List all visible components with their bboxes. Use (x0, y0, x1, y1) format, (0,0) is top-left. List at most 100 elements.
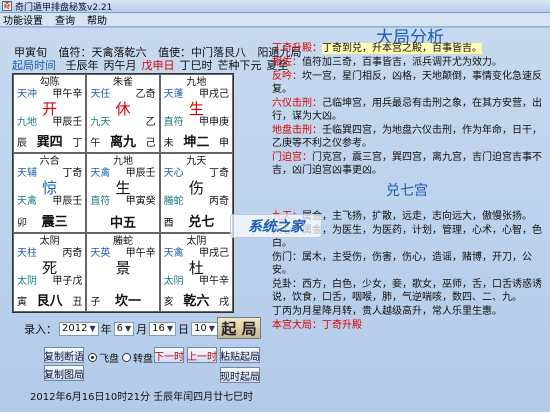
palace-deity: 螣蛇 (163, 196, 184, 208)
dropdown-arrow-icon: ▼ (124, 324, 132, 333)
palace-earth-stem: 甲午辛 (199, 275, 229, 287)
palace-footer: 中五 (90, 215, 155, 231)
palace-branch: 卯 (17, 217, 27, 229)
palace-footer: 子 坎一 (90, 295, 155, 309)
fly-plate-radio[interactable]: 飞盘 (88, 350, 119, 365)
palace-cell[interactable]: 太阴 天柱 丙奇死太阴 甲子戊寅艮八丑 (13, 232, 87, 312)
palace-branch: 寅 (17, 297, 27, 308)
prev-hour-button[interactable]: 上一时 (187, 347, 217, 363)
ganzhi-item: 丁巳时 (179, 59, 213, 72)
palace-cell[interactable]: 六合 天辅 丁奇惊天禽 甲辰壬卯 震三 (13, 153, 87, 233)
day-select[interactable]: 16 ▼ (149, 322, 177, 336)
watermark-logo: 系统之家 (230, 214, 322, 238)
palace-value: 属金，主飞扬，扩散，远走，志向远大，傲慢张扬。 (302, 211, 532, 222)
palace-door: 生 (115, 179, 131, 198)
palace-branch: 亥 (163, 297, 174, 308)
palace-value: 丁丙为月星降月转，贵人越级高升，常人乐里生惠。 (272, 306, 502, 317)
ganzhi-item: 丙午月 (103, 59, 137, 72)
palace-earth-stem: 乙 (145, 117, 156, 128)
analysis-value: 坎一宫，星门相反，凶格，天地颠倒，事情变化急速反复。 (272, 71, 542, 95)
palace-name: 乾六 (183, 294, 210, 309)
analysis-paragraph: 门迫宫：门克宫，震三宫，巽四宫，离九宫，吉门迫宫吉事不吉，凶门迫宫凶事更凶。 (272, 151, 547, 177)
palace-branch: 午 (90, 138, 101, 150)
palace-deity: 直符 (90, 196, 111, 208)
menu-settings[interactable]: 功能设置 (3, 12, 43, 27)
palace-door: 杜 (188, 258, 204, 277)
palace-stem: 丙奇 (62, 247, 83, 259)
palace-star-row: 天禽 甲戌己 (164, 248, 229, 260)
palace-branch: 子 (90, 297, 101, 308)
menu-help[interactable]: 帮助 (87, 12, 107, 27)
status-footer: 2012年6月16日10时21分 壬辰年闰四月廿七巳时 (30, 392, 254, 403)
palace-side: 申 (218, 138, 229, 150)
input-label: 录入： (24, 323, 57, 336)
palace-key: 本宫大局： (272, 320, 322, 331)
palace-side-row: 天禽 甲辰壬 (17, 196, 82, 208)
window-title: 奇门遁甲排盘秘笈v2.21 (15, 2, 113, 13)
palace-name: 震三 (41, 214, 68, 230)
palace-footer: 寅艮八丑 (17, 295, 83, 309)
palace-deity: 九天 (90, 117, 111, 128)
palace-cell[interactable]: 九天 天心 丁奇伤螣蛇 丙奇酉 兑七 (159, 153, 233, 233)
palace-side-row: 螣蛇 丙奇 (164, 196, 229, 208)
next-hour-button[interactable]: 下一时 (154, 347, 184, 363)
radio-unselected-icon (122, 353, 131, 362)
year-select[interactable]: 2012 ▼ (59, 322, 99, 336)
copy-analysis-button[interactable]: 复制断语 (44, 347, 84, 363)
title-bar: 奇 奇门遁甲排盘秘笈v2.21 (0, 0, 550, 13)
palace-cell[interactable]: 朱雀 天任 乙奇休九天 乙午离九己 (86, 74, 160, 154)
palace-name: 离九 (109, 135, 136, 151)
palace-name: 中五 (109, 215, 136, 231)
qiju-button[interactable]: 起 局 (217, 317, 261, 339)
month-select[interactable]: 6 ▼ (113, 322, 135, 336)
palace-value: 丁奇升殿 (322, 320, 362, 331)
palace-branch: 酉 (163, 217, 174, 229)
ganzhi-item: 戊申日 (141, 59, 175, 72)
palace-grid: 勾陈 天冲 甲午辛开九地 甲辰壬辰巽四丁朱雀 天任 乙奇休九天乙午离九己九地 天蓬 甲戌己生直… (12, 73, 234, 313)
palace-branch: 辰 (17, 138, 27, 150)
palace-stem: 甲午辛 (125, 247, 156, 259)
paste-qiju-button[interactable]: 粘贴起局 (220, 347, 260, 363)
dropdown-arrow-icon: ▼ (89, 324, 96, 333)
palace-cell[interactable]: 勾陈 天冲 甲午辛开九地 甲辰壬辰巽四丁 (13, 74, 87, 154)
palace-cell[interactable]: 九地 天禽 甲辰壬生直符 甲寅癸 中五 (86, 153, 160, 233)
palace-deity: 直符 (163, 117, 184, 128)
palace-stem: 丁奇 (62, 168, 83, 180)
palace-door: 惊 (42, 179, 58, 198)
palace-side-row: 太阴 甲午辛 (164, 276, 229, 288)
palace-door: 死 (42, 258, 58, 277)
dropdown-arrow-icon: ▼ (166, 324, 174, 333)
palace-cell[interactable]: 太阴 天禽 甲戌己杜太阴 甲午辛亥乾六戌 (159, 232, 233, 312)
palace-paragraph: 伤门：属木，主受伤，伤害，伤心，造谣，赌博，开刀，公安。 (272, 251, 547, 277)
radio-selected-icon (88, 353, 97, 362)
menu-query[interactable]: 查询 (55, 12, 75, 27)
analysis-paragraph: 六仪击刑：己临坤宫，用兵最忌有击刑之象，在其方安营，出行，谋为大凶。 (272, 97, 547, 123)
palace-cell[interactable]: 九地 天蓬 甲戌己生直符 甲申庚未坤二申 (159, 74, 233, 154)
rotate-plate-radio[interactable]: 转盘 (122, 350, 153, 365)
palace-footer: 未坤二申 (164, 135, 229, 151)
palace-footer: 酉 兑七 (163, 216, 229, 230)
palace-god: 九地 (112, 156, 133, 168)
palace-side: 丑 (72, 297, 83, 308)
palace-god: 九天 (186, 156, 207, 168)
year-unit: 年 (100, 323, 112, 336)
palace-star: 天禽 (163, 247, 184, 259)
palace-name: 巽四 (36, 135, 63, 151)
analysis-key: 六仪击刑： (272, 98, 322, 109)
palace-door: 伤 (188, 179, 204, 198)
analysis-value: 丁奇到兑，升本宫之殿，百事皆吉。 (322, 43, 482, 54)
palace-side-row: 九天 乙 (90, 117, 155, 129)
palace-cell[interactable]: 螣蛇 天英 甲午辛景子 坎一 (86, 232, 160, 312)
palace-deity: 九地 (17, 117, 37, 128)
palace-detail-title: 兑七宫 (386, 183, 428, 199)
palace-star: 天蓬 (163, 89, 184, 100)
palace-name: 坤二 (183, 135, 210, 151)
analysis-key: 丁奇升殿： (272, 43, 322, 54)
ganzhi-item: 壬辰年 (65, 59, 99, 72)
palace-earth-stem: 甲寅癸 (125, 196, 156, 208)
copy-chart-button[interactable]: 复制图局 (44, 365, 84, 381)
palace-footer: 亥乾六戌 (163, 294, 229, 309)
hour-select[interactable]: 10 ▼ (191, 322, 218, 336)
now-qiju-button[interactable]: 现时起局 (220, 367, 260, 383)
month-unit: 月 (136, 323, 148, 336)
